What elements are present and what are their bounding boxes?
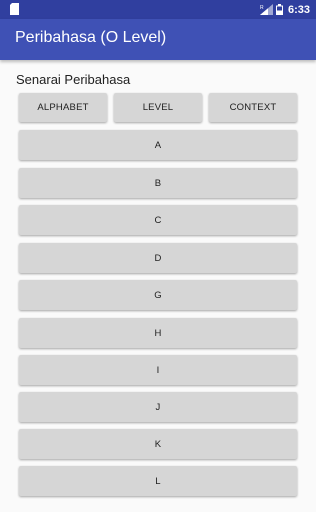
status-icons: R 6:33 [259,0,310,19]
signal-icon: R [259,4,273,15]
letter-button-l[interactable]: L [19,466,297,496]
app-screen: R 6:33 Peribahasa (O Level) Senarai Peri… [0,0,316,512]
letter-button-k[interactable]: K [19,429,297,459]
letter-button-h[interactable]: H [19,318,297,348]
letter-button-b[interactable]: B [19,168,297,198]
letter-button-d[interactable]: D [19,243,297,273]
sort-level-button[interactable]: LEVEL [114,93,202,122]
sort-context-button[interactable]: CONTEXT [209,93,297,122]
letter-button-g[interactable]: G [19,280,297,310]
status-time: 6:33 [287,3,310,16]
sort-alphabet-button[interactable]: ALPHABET [19,93,107,122]
letter-button-a[interactable]: A [19,130,297,160]
status-bar: R 6:33 [0,0,316,19]
app-title: Peribahasa (O Level) [15,29,167,46]
letter-button-j[interactable]: J [19,392,297,422]
svg-text:R: R [260,5,264,11]
letter-button-i[interactable]: I [19,355,297,385]
letter-button-c[interactable]: C [19,205,297,235]
sd-card-icon [10,3,19,15]
battery-icon [275,4,283,15]
section-label: Senarai Peribahasa [16,72,131,87]
app-bar: Peribahasa (O Level) [0,19,316,60]
